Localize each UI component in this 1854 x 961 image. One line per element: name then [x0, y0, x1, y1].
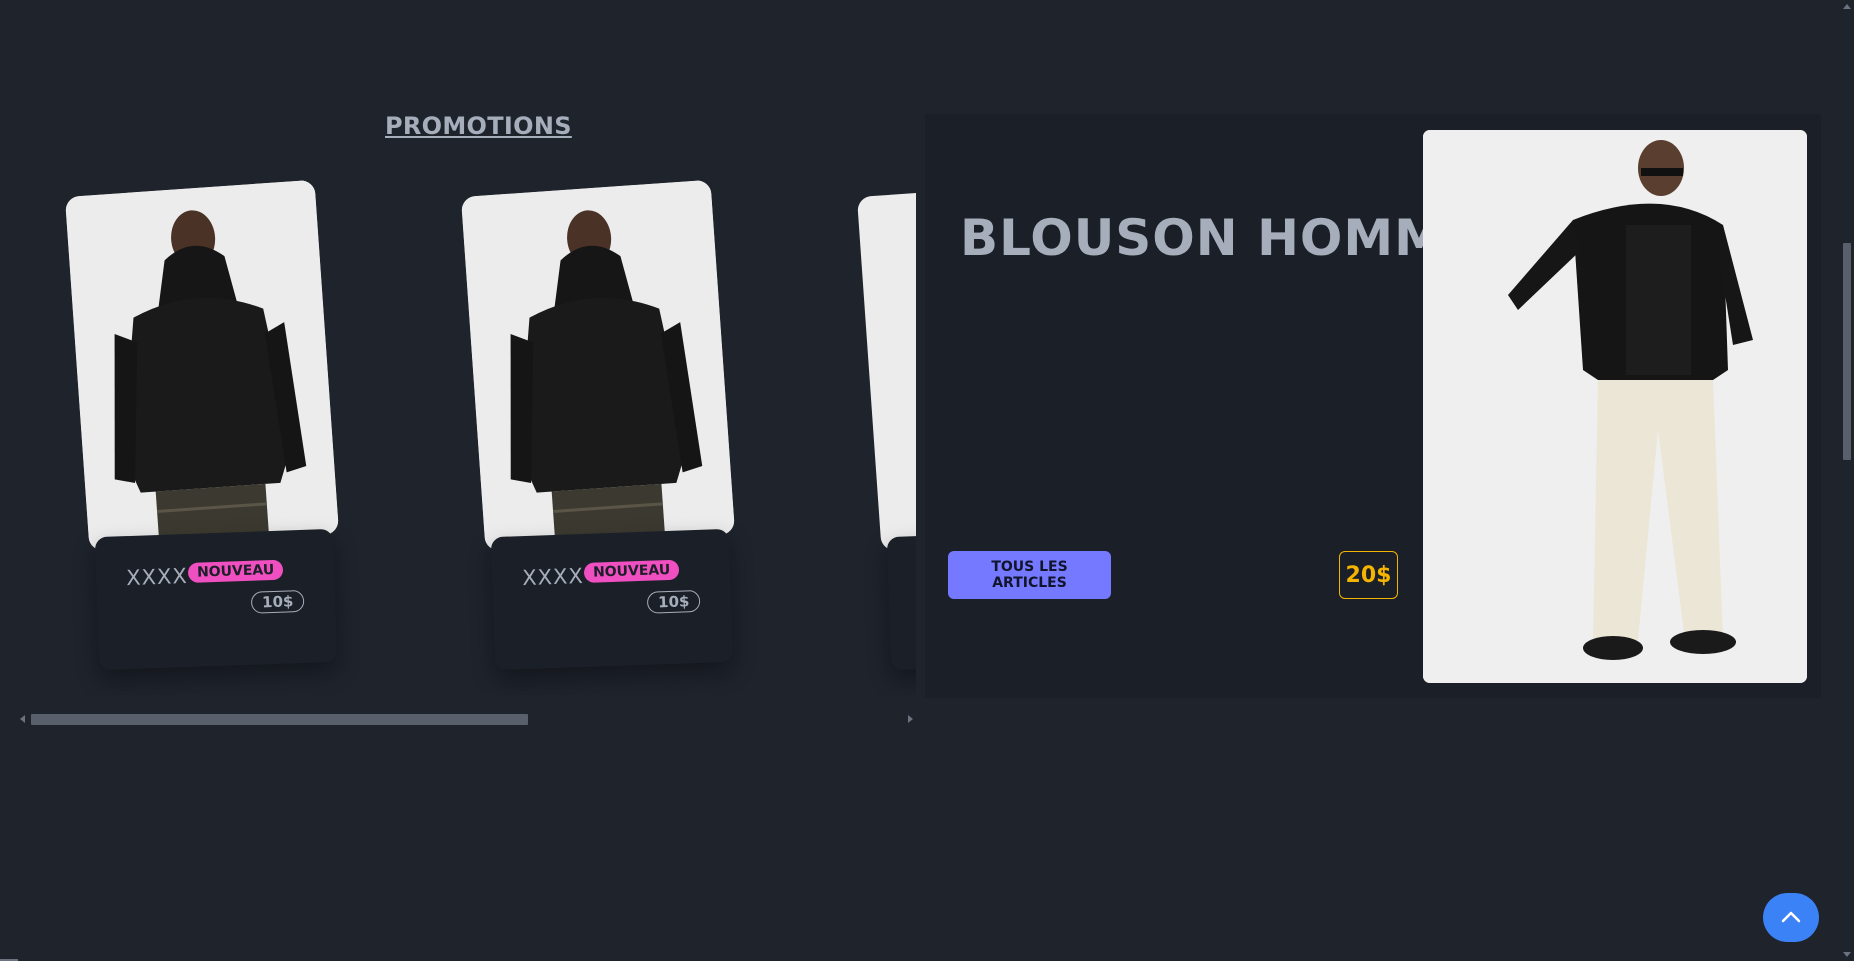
product-name: XXXX — [521, 563, 585, 591]
scroll-down-icon[interactable] — [1843, 952, 1851, 957]
product-image[interactable] — [460, 179, 736, 552]
featured-product: BLOUSON HOMME TOUS LES ARTICLES 20$ — [925, 114, 1821, 698]
product-card-body: XXXX NOUVEAU 10$ — [94, 528, 338, 671]
price-badge: 10$ — [646, 589, 701, 614]
chevron-up-icon — [1781, 909, 1801, 926]
page-scroll-thumb[interactable] — [1843, 243, 1851, 460]
product-card-body — [886, 528, 916, 671]
scroll-up-icon[interactable] — [1843, 4, 1851, 9]
all-articles-button[interactable]: TOUS LES ARTICLES — [948, 551, 1111, 599]
scroll-left-icon[interactable] — [20, 715, 25, 723]
new-badge: NOUVEAU — [583, 559, 680, 583]
featured-title: BLOUSON HOMME — [960, 209, 1481, 267]
carousel-scroll-thumb[interactable] — [31, 714, 528, 725]
promotions-carousel[interactable]: XXXX NOUVEAU 10$ XXXX NOUVEAU 10$ — [0, 175, 916, 695]
scroll-right-icon[interactable] — [908, 715, 913, 723]
featured-price: 20$ — [1339, 551, 1398, 599]
product-card-body: XXXX NOUVEAU 10$ — [490, 528, 734, 671]
new-badge: NOUVEAU — [187, 559, 284, 583]
product-name: XXXX — [125, 563, 189, 591]
product-image[interactable] — [64, 179, 340, 552]
page-scrollbar[interactable] — [1839, 0, 1854, 961]
back-to-top-button[interactable] — [1763, 893, 1819, 942]
price-badge: 10$ — [250, 589, 305, 614]
product-image[interactable] — [856, 179, 916, 552]
carousel-scrollbar[interactable] — [20, 712, 913, 726]
promotions-title[interactable]: PROMOTIONS — [385, 112, 572, 140]
featured-image — [1423, 130, 1807, 683]
